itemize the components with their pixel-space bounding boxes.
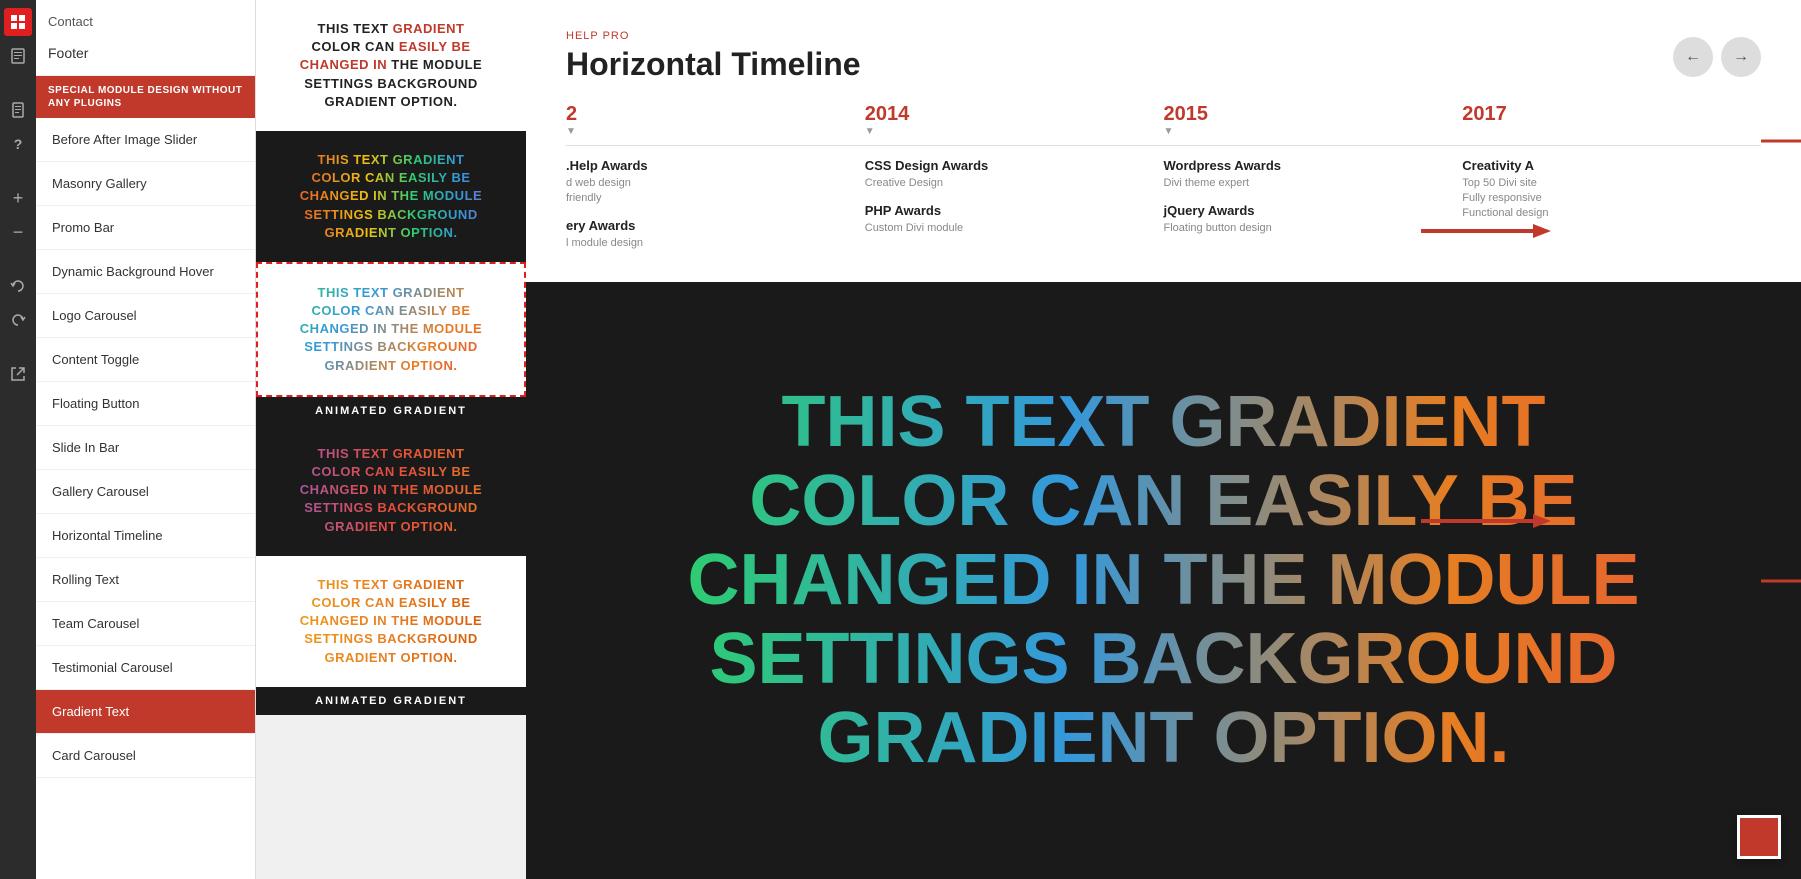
sidebar-item-masonry[interactable]: Masonry Gallery: [36, 162, 255, 206]
timeline-content-col-2: Wordpress Awards Divi theme expert jQuer…: [1164, 158, 1463, 252]
timeline-content-col-1: CSS Design Awards Creative Design PHP Aw…: [865, 158, 1164, 252]
sidebar-item-contact[interactable]: Contact: [48, 8, 243, 35]
animated-gradient-label-2: ANIMATED GRADIENT: [256, 687, 526, 715]
timeline-year-col-0: 2 ▼: [566, 103, 865, 137]
sidebar-top: Contact Footer: [36, 0, 255, 76]
large-gradient-text: THIS TEXT GRADIENTCOLOR CAN EASILY BECHA…: [688, 383, 1640, 779]
undo-icon[interactable]: [4, 272, 32, 300]
red-square-floating-button[interactable]: [1737, 815, 1781, 859]
timeline-year-col-3: 2017: [1462, 103, 1761, 137]
special-module-label: SPECIAL MODULE DESIGN WITHOUT ANY PLUGIN…: [36, 76, 255, 118]
timeline-prev-button[interactable]: ←: [1673, 37, 1713, 77]
sidebar-item-before-after[interactable]: Before After Image Slider: [36, 118, 255, 162]
timeline-arrow-indicator: [1761, 131, 1801, 151]
sidebar-item-logo-carousel[interactable]: Logo Carousel: [36, 294, 255, 338]
animated-gradient-label-1: ANIMATED GRADIENT: [256, 397, 526, 425]
sidebar-item-content-toggle[interactable]: Content Toggle: [36, 338, 255, 382]
grid-icon[interactable]: [4, 8, 32, 36]
timeline-subtitle: HELP PRO: [566, 30, 861, 42]
sidebar-item-gradient-text[interactable]: Gradient Text: [36, 690, 255, 734]
right-arrow-top: [1421, 220, 1551, 242]
timeline-year-col-2: 2015 ▼: [1164, 103, 1463, 137]
sidebar-item-card-carousel[interactable]: Card Carousel: [36, 734, 255, 778]
right-panel: HELP PRO Horizontal Timeline ← → 2 ▼ 201…: [526, 0, 1801, 879]
page-icon[interactable]: [4, 42, 32, 70]
timeline-year-col-1: 2014 ▼: [865, 103, 1164, 137]
redo-icon[interactable]: [4, 306, 32, 334]
sidebar-item-footer[interactable]: Footer: [48, 35, 243, 67]
help-icon[interactable]: ?: [4, 130, 32, 158]
gradient-card-4: THIS TEXT GRADIENTCOLOR CAN EASILY BECHA…: [256, 425, 526, 556]
sidebar-item-gallery-carousel[interactable]: Gallery Carousel: [36, 470, 255, 514]
timeline-next-button[interactable]: →: [1721, 37, 1761, 77]
timeline-content-col-0: .Help Awards d web design friendly ery A…: [566, 158, 865, 252]
sidebar-item-floating-button[interactable]: Floating Button: [36, 382, 255, 426]
sidebar-item-horizontal-timeline[interactable]: Horizontal Timeline: [36, 514, 255, 558]
doc-icon[interactable]: [4, 96, 32, 124]
gradient-cards-panel: THIS TEXT GRADIENTCOLOR CAN EASILY BECHA…: [256, 0, 526, 879]
sidebar-item-team-carousel[interactable]: Team Carousel: [36, 602, 255, 646]
icon-bar: ? + −: [0, 0, 36, 879]
external-icon[interactable]: [4, 360, 32, 388]
timeline-section: HELP PRO Horizontal Timeline ← → 2 ▼ 201…: [526, 0, 1801, 282]
main-content: THIS TEXT GRADIENTCOLOR CAN EASILY BECHA…: [256, 0, 1801, 879]
timeline-header: HELP PRO Horizontal Timeline ← →: [566, 30, 1761, 83]
gradient-card-3: THIS TEXT GRADIENTCOLOR CAN EASILY BECHA…: [256, 262, 526, 397]
sidebar-item-promo-bar[interactable]: Promo Bar: [36, 206, 255, 250]
right-arrow-bottom: [1421, 510, 1551, 532]
gradient-card-5: THIS TEXT GRADIENTCOLOR CAN EASILY BECHA…: [256, 556, 526, 687]
gradient-card-1: THIS TEXT GRADIENTCOLOR CAN EASILY BECHA…: [256, 0, 526, 131]
minus-icon[interactable]: −: [4, 218, 32, 246]
sidebar: Contact Footer SPECIAL MODULE DESIGN WIT…: [36, 0, 256, 879]
sidebar-item-testimonial-carousel[interactable]: Testimonial Carousel: [36, 646, 255, 690]
large-section-arrow-indicator: [1761, 571, 1801, 591]
sidebar-item-slide-in-bar[interactable]: Slide In Bar: [36, 426, 255, 470]
gradient-card-2: THIS TEXT GRADIENTCOLOR CAN EASILY BECHA…: [256, 131, 526, 262]
timeline-nav: ← →: [1673, 37, 1761, 77]
timeline-title: Horizontal Timeline: [566, 46, 861, 83]
sidebar-item-rolling-text[interactable]: Rolling Text: [36, 558, 255, 602]
large-gradient-section: THIS TEXT GRADIENTCOLOR CAN EASILY BECHA…: [526, 282, 1801, 879]
add-icon[interactable]: +: [4, 184, 32, 212]
sidebar-item-dynamic-bg[interactable]: Dynamic Background Hover: [36, 250, 255, 294]
